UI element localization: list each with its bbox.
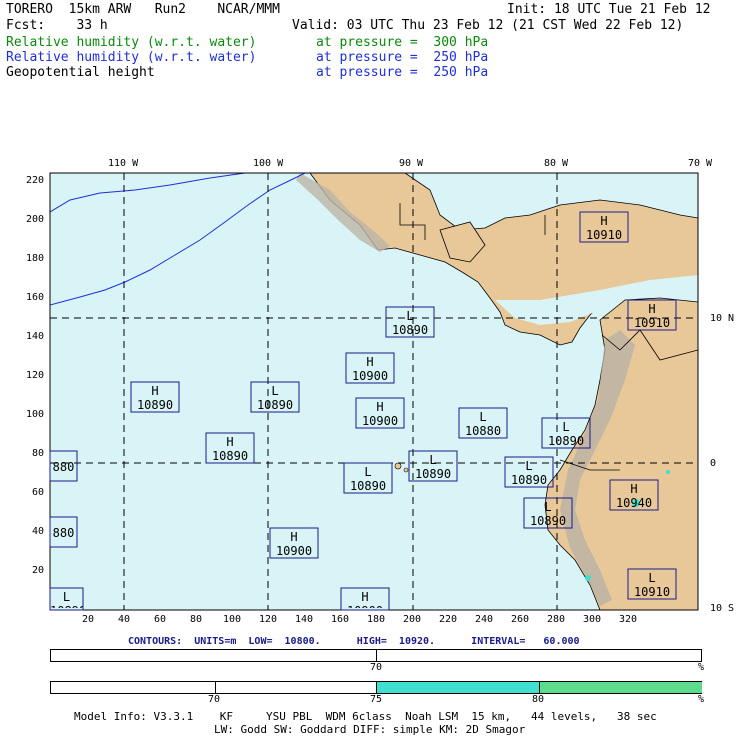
colorbar-2-label: 75	[370, 694, 383, 705]
pressure-center: H 10910	[633, 302, 671, 330]
pressure-center: 880	[52, 460, 75, 474]
pressure-center: H 10910	[585, 214, 623, 242]
pressure-center: L10890	[50, 590, 83, 608]
model-info: Model Info: V3.3.1 KF YSU PBL WDM 6class…	[74, 710, 657, 723]
colorbar-1-label: 70	[370, 662, 383, 673]
colorbar-rh-300	[50, 649, 702, 662]
colorbar-2-label: 80	[532, 694, 545, 705]
galapagos	[394, 462, 402, 470]
colorbar-2-unit: %	[698, 694, 705, 705]
colorbar-1-unit: %	[698, 662, 705, 673]
contours-info: CONTOURS: UNITS=m LOW= 10800. HIGH= 1092…	[128, 636, 580, 647]
pressure-center: L10890	[529, 500, 567, 528]
pressure-center: H 10890	[211, 435, 249, 463]
physics-info: LW: Godd SW: Goddard DIFF: simple KM: 2D…	[214, 723, 526, 736]
pressure-center: L10890	[349, 465, 387, 493]
pressure-center: L10890	[414, 453, 452, 481]
pressure-center: H 10890	[136, 384, 174, 412]
pressure-center: L 10910	[633, 571, 671, 599]
colorbar-rh-250	[50, 681, 702, 694]
pressure-center: L10890	[510, 459, 548, 487]
pressure-center: H10900	[347, 590, 383, 608]
pressure-center: H10900	[275, 530, 313, 558]
colorbar-2-label: 70	[208, 694, 221, 705]
pressure-center: H10900	[361, 400, 399, 428]
pressure-center: H10900	[351, 355, 389, 383]
pressure-center: L 10880	[464, 410, 502, 438]
pressure-center: L10890	[547, 420, 585, 448]
pressure-center: L10890	[391, 309, 429, 337]
pressure-center: 880	[52, 526, 75, 540]
pressure-center: L10890	[256, 384, 294, 412]
pressure-center: H 10940	[615, 482, 653, 510]
